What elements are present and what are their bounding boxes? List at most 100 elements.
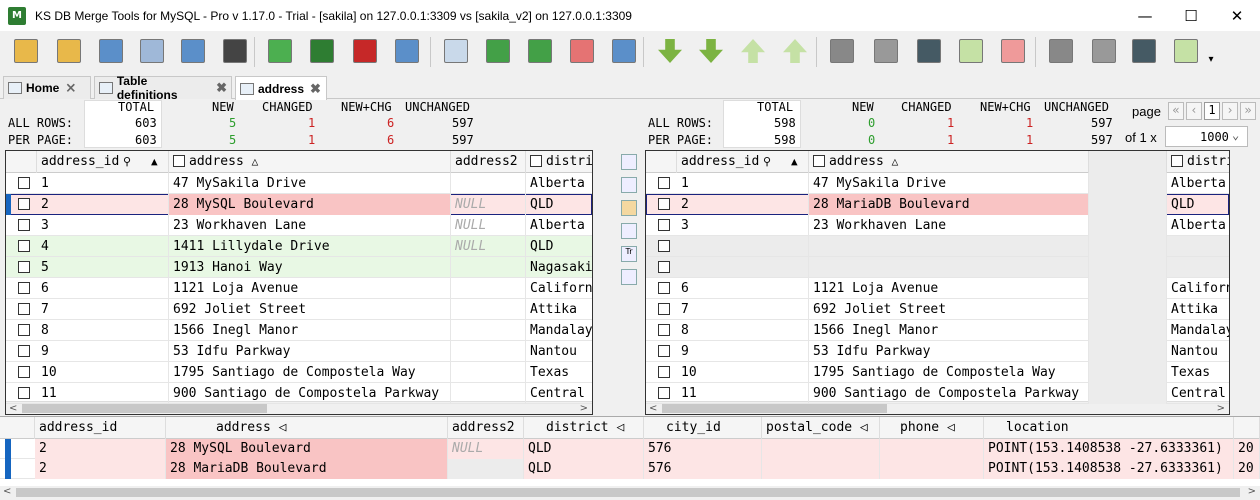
merge-left-icon[interactable] — [1170, 35, 1202, 67]
up-prev2-icon[interactable] — [779, 35, 811, 67]
col-address-checkbox[interactable] — [813, 155, 825, 167]
table-row[interactable]: 1 47 MySakila Drive Alberta — [646, 173, 1229, 194]
row-checkbox[interactable] — [18, 219, 30, 231]
row-checkbox[interactable] — [658, 219, 670, 231]
check-rows-icon[interactable] — [621, 154, 637, 170]
table-row[interactable]: 8 1566 Inegl Manor Mandalay — [646, 320, 1229, 341]
tab-address-close-icon[interactable]: ✖ — [310, 81, 321, 97]
page2-icon[interactable] — [1088, 35, 1120, 67]
export-excel-icon[interactable] — [306, 35, 338, 67]
row-checkbox[interactable] — [658, 177, 670, 189]
tab-home-close-icon[interactable]: ⨯ — [65, 80, 76, 96]
table-row[interactable]: 10 1795 Santiago de Compostela Way Texas — [646, 362, 1229, 383]
table-row[interactable]: 11 900 Santiago de Compostela Parkway Cent… — [6, 383, 592, 404]
col-header-address2[interactable]: address2 — [451, 151, 526, 173]
grid-red-icon[interactable] — [566, 35, 598, 67]
edit-row-icon[interactable] — [621, 200, 637, 216]
detail-col-district[interactable]: district ◁ — [524, 417, 644, 439]
search-icon[interactable]: ⚲ — [123, 151, 137, 173]
close-window-button[interactable]: ✕ — [1214, 0, 1260, 31]
table-row[interactable]: 4 1411 Lillydale Drive NULL QLD — [6, 236, 592, 257]
row-checkbox[interactable] — [658, 366, 670, 378]
row-checkbox[interactable] — [18, 282, 30, 294]
check-dark-icon[interactable] — [913, 35, 945, 67]
row-checkbox[interactable] — [18, 261, 30, 273]
row-checkbox[interactable] — [18, 198, 30, 210]
col-district-checkbox[interactable] — [1171, 155, 1183, 167]
row-checkbox[interactable] — [658, 282, 670, 294]
table-row[interactable]: 2 28 MySQL Boulevard NULL QLD — [6, 194, 592, 215]
table-row[interactable]: 6 1121 Loja Avenue Californ — [6, 278, 592, 299]
page-size-select[interactable]: 1000 ⌄ — [1165, 126, 1248, 147]
table-row[interactable] — [646, 257, 1229, 278]
tab-address[interactable]: address ✖ — [235, 76, 327, 100]
col-header-address[interactable]: address △ — [169, 151, 451, 173]
copy-row-icon[interactable] — [621, 177, 637, 193]
detail-col-location[interactable]: location — [984, 417, 1234, 439]
table-row[interactable]: 3 23 Workhaven Lane NULL Alberta — [6, 215, 592, 236]
maximize-button[interactable]: ☐ — [1168, 0, 1214, 31]
row-checkbox[interactable] — [18, 240, 30, 252]
current-page-input[interactable]: 1 — [1204, 102, 1220, 120]
table-row[interactable]: 1 47 MySakila Drive Alberta — [6, 173, 592, 194]
row-checkbox[interactable] — [18, 387, 30, 399]
open-folder-star-icon[interactable] — [53, 35, 85, 67]
left-grid[interactable]: address_id ⚲ ▲ address △ address2 distri… — [5, 150, 593, 415]
col-header-address-id[interactable]: address_id — [37, 151, 169, 173]
first-page-button[interactable]: « — [1168, 102, 1184, 120]
detail-col-address[interactable]: address ◁ — [166, 417, 448, 439]
row-checkbox[interactable] — [18, 366, 30, 378]
open-folder-icon[interactable] — [10, 35, 42, 67]
merge-right-icon[interactable] — [955, 35, 987, 67]
scroll-thumb[interactable] — [22, 404, 267, 413]
row-checkbox[interactable] — [658, 324, 670, 336]
down-next-icon[interactable] — [654, 35, 686, 67]
col-header-address[interactable]: address △ — [809, 151, 1089, 173]
table-view-icon[interactable] — [621, 223, 637, 239]
row-checkbox[interactable] — [658, 345, 670, 357]
col-header-address2[interactable] — [1089, 151, 1167, 173]
grid-all-icon[interactable] — [440, 35, 472, 67]
table-row[interactable]: 9 53 Idfu Parkway Nantou — [646, 341, 1229, 362]
scroll-left-icon[interactable]: < — [3, 486, 11, 497]
grid-green2-icon[interactable] — [524, 35, 556, 67]
checklist-icon[interactable] — [826, 35, 858, 67]
detail-grid[interactable]: address_id address ◁ address2 district ◁… — [0, 416, 1260, 486]
sort-asc-icon[interactable]: ▲ — [791, 151, 807, 173]
detail-horizontal-scrollbar[interactable]: < > — [0, 486, 1260, 500]
sort-asc-icon[interactable]: ▲ — [151, 151, 167, 173]
tab-table-definitions-close-icon[interactable]: ✖ — [216, 80, 227, 96]
page-icon[interactable] — [870, 35, 902, 67]
detail-row[interactable]: 2 28 MariaDB Boulevard QLD 576 POINT(153.140… — [0, 459, 1260, 479]
table-row[interactable]: 3 23 Workhaven Lane Alberta — [646, 215, 1229, 236]
list-view-icon[interactable] — [621, 269, 637, 285]
search-icon[interactable]: ⚲ — [763, 151, 777, 173]
check-dark2-icon[interactable] — [1128, 35, 1160, 67]
col-header-address-id[interactable]: address_id — [677, 151, 809, 173]
table-row[interactable]: 10 1795 Santiago de Compostela Way Texas — [6, 362, 592, 383]
row-checkbox[interactable] — [18, 177, 30, 189]
detail-row[interactable]: 2 28 MySQL Boulevard NULL QLD 576 POINT(153.1… — [0, 439, 1260, 459]
checklist2-icon[interactable] — [1045, 35, 1077, 67]
last-page-button[interactable]: » — [1240, 102, 1256, 120]
detail-col-phone[interactable]: phone ◁ — [880, 417, 984, 439]
table-settings-icon[interactable] — [177, 35, 209, 67]
scroll-thumb[interactable] — [16, 488, 1240, 497]
copy-pages-icon[interactable] — [391, 35, 423, 67]
compare-tables-icon[interactable] — [95, 35, 127, 67]
select-sql-icon[interactable] — [136, 35, 168, 67]
tab-home[interactable]: Home ⨯ — [3, 76, 91, 99]
minimize-button[interactable]: — — [1122, 0, 1168, 31]
tab-table-definitions[interactable]: Table definitions ✖ — [94, 74, 232, 102]
sql-script-icon[interactable] — [349, 35, 381, 67]
table-row[interactable]: 7 692 Joliet Street Attika — [646, 299, 1229, 320]
row-checkbox[interactable] — [658, 303, 670, 315]
table-row[interactable]: 9 53 Idfu Parkway Nantou — [6, 341, 592, 362]
row-checkbox[interactable] — [658, 240, 670, 252]
grid-green-icon[interactable] — [482, 35, 514, 67]
next-page-button[interactable]: › — [1222, 102, 1238, 120]
more-arrow-icon[interactable]: ▾ — [1205, 53, 1217, 65]
up-prev-icon[interactable] — [737, 35, 769, 67]
text-view-icon[interactable]: Tr — [621, 246, 637, 262]
refresh-icon[interactable] — [264, 35, 296, 67]
